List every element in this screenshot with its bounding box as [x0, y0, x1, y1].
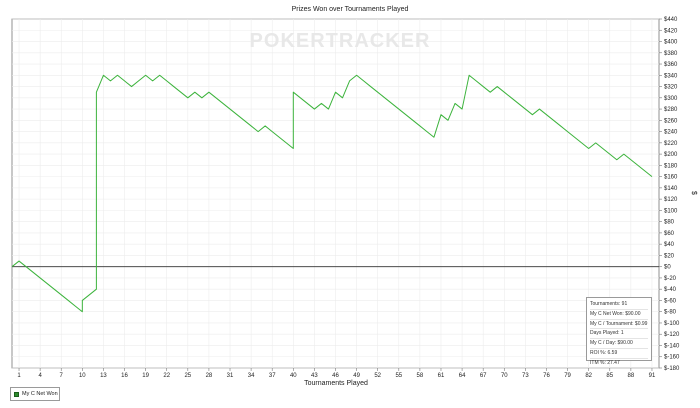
y-tick-label: $140: [664, 186, 678, 192]
y-tick-label: $440: [664, 17, 678, 23]
y-tick-label: $-60: [664, 298, 677, 304]
y-tick-label: $-120: [664, 332, 680, 338]
y-tick-label: $380: [664, 51, 678, 57]
x-tick-label: 82: [585, 373, 592, 379]
stats-per-tournament: My C / Tournament: $0.99: [590, 320, 648, 330]
y-tick-label: $-80: [664, 310, 677, 316]
x-tick-label: 13: [100, 373, 107, 379]
x-tick-label: 1: [17, 373, 21, 379]
y-tick-label: $160: [664, 175, 678, 181]
x-tick-label: 25: [184, 373, 191, 379]
x-tick-label: 79: [564, 373, 571, 379]
watermark-logo: POKERTRACKER: [250, 30, 431, 52]
x-tick-label: 49: [353, 373, 360, 379]
x-tick-label: 88: [628, 373, 635, 379]
y-tick-label: $220: [664, 141, 678, 147]
x-tick-label: 37: [269, 373, 276, 379]
y-tick-label: $320: [664, 85, 678, 91]
stats-per-day: My C / Day: $90.00: [590, 339, 648, 349]
y-tick-label: $-140: [664, 343, 680, 349]
y-tick-label: $280: [664, 107, 678, 113]
x-axis-label: Tournaments Played: [304, 380, 368, 387]
y-axis-ticks: $440 $420 $400 $380 $360 $340 $320 $300 $280 $260…: [659, 17, 680, 372]
x-tick-label: 85: [606, 373, 613, 379]
legend[interactable]: My C Net Won: [10, 387, 60, 401]
x-tick-label: 61: [438, 373, 445, 379]
stats-roi: ROI %: 6.59: [590, 349, 648, 359]
x-tick-label: 40: [290, 373, 297, 379]
y-tick-label: $360: [664, 62, 678, 68]
y-tick-label: $400: [664, 40, 678, 46]
x-tick-label: 91: [649, 373, 656, 379]
x-tick-label: 22: [163, 373, 170, 379]
stats-net-won: My C Net Won: $90.00: [590, 310, 648, 320]
x-axis-ticks: 1 4 7 10 13 16 19 22 25 28 31 34 37 40 43 46 49 52 55 58 61 6…: [17, 368, 656, 379]
y-tick-label: $-100: [664, 321, 680, 327]
y-tick-label: $-180: [664, 366, 680, 372]
x-tick-label: 76: [543, 373, 550, 379]
y-tick-label: $40: [664, 242, 675, 248]
x-tick-label: 73: [522, 373, 529, 379]
y-tick-label: $180: [664, 163, 678, 169]
legend-swatch: [14, 391, 19, 397]
y-tick-label: $260: [664, 118, 678, 124]
x-tick-label: 70: [501, 373, 508, 379]
y-tick-label: $-160: [664, 355, 680, 361]
x-tick-label: 10: [79, 373, 86, 379]
y-tick-label: $60: [664, 231, 675, 237]
x-tick-label: 67: [480, 373, 487, 379]
x-tick-label: 28: [206, 373, 213, 379]
y-tick-label: $80: [664, 220, 675, 226]
x-tick-label: 64: [459, 373, 466, 379]
y-axis-label: $: [690, 191, 697, 195]
stats-itm: ITM %: 27.47: [590, 359, 620, 366]
y-tick-label: $200: [664, 152, 678, 158]
stats-days-played: Days Played: 1: [590, 329, 648, 340]
y-tick-label: $420: [664, 28, 678, 34]
y-tick-label: $120: [664, 197, 678, 203]
y-tick-label: $-20: [664, 276, 677, 282]
y-tick-label: $340: [664, 73, 678, 79]
x-tick-label: 7: [60, 373, 64, 379]
legend-label: My C Net Won: [22, 391, 58, 397]
x-tick-label: 4: [38, 373, 42, 379]
x-tick-label: 43: [311, 373, 318, 379]
y-tick-label: $300: [664, 96, 678, 102]
x-tick-label: 58: [417, 373, 424, 379]
x-tick-label: 19: [142, 373, 149, 379]
x-tick-label: 46: [332, 373, 339, 379]
x-tick-label: 52: [374, 373, 381, 379]
chart-root: Prizes Won over Tournaments Played POKER…: [0, 0, 700, 408]
y-tick-label: $100: [664, 208, 678, 214]
x-tick-label: 16: [121, 373, 128, 379]
x-tick-label: 34: [248, 373, 255, 379]
x-tick-label: 55: [395, 373, 402, 379]
y-tick-label: $-40: [664, 287, 677, 293]
stats-tournaments: Tournaments: 91: [590, 300, 648, 310]
x-tick-label: 31: [227, 373, 234, 379]
y-tick-label: $20: [664, 253, 675, 259]
y-tick-label: $240: [664, 130, 678, 136]
y-tick-label: $0: [664, 265, 671, 271]
stats-box: Tournaments: 91 My C Net Won: $90.00 My …: [586, 297, 652, 366]
